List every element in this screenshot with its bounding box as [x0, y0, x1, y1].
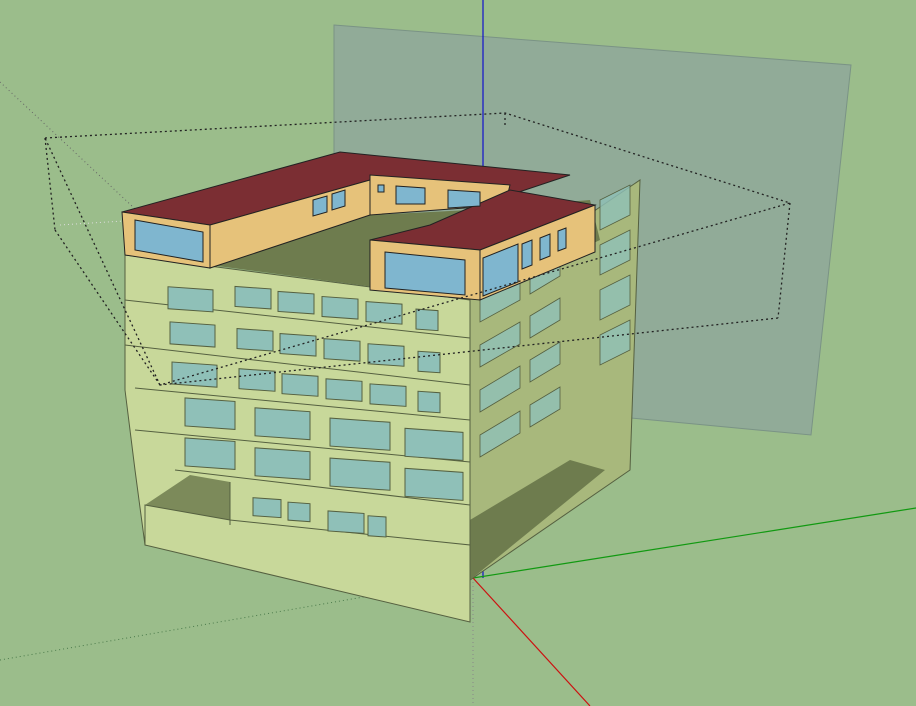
- red-axis: [472, 577, 591, 706]
- building-model[interactable]: [121, 151, 641, 623]
- 3d-model-viewport[interactable]: [0, 0, 916, 706]
- scene-canvas[interactable]: [0, 0, 916, 706]
